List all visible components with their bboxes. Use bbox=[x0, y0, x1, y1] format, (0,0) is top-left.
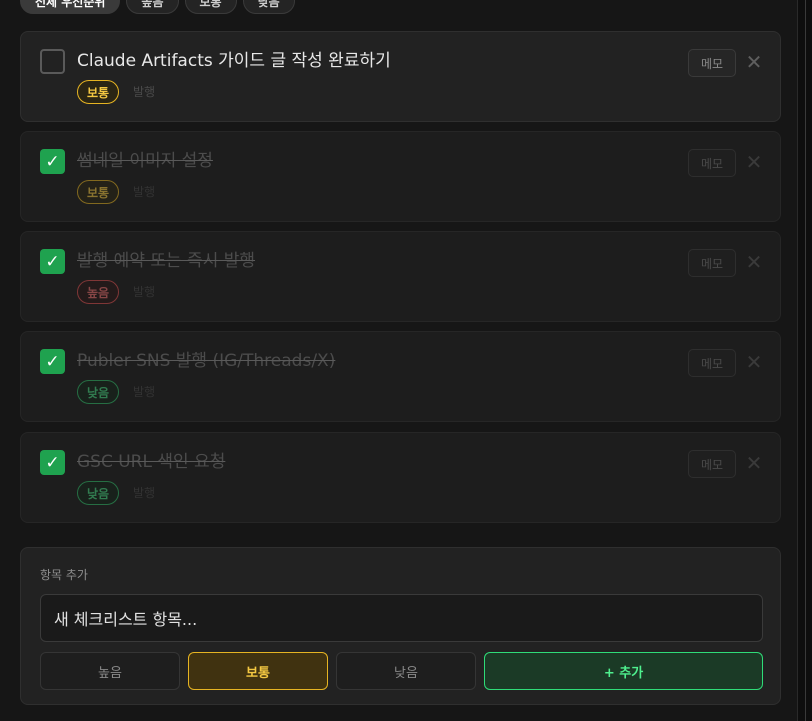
item-checkbox[interactable] bbox=[40, 49, 65, 74]
priority-badge: 낮음 bbox=[77, 481, 120, 505]
priority-badge: 보통 bbox=[77, 180, 120, 204]
category-tag: 발행 bbox=[133, 185, 156, 199]
item-title: 썸네일 이미지 설정 bbox=[77, 151, 213, 171]
close-icon[interactable]: ✕ bbox=[745, 50, 763, 74]
filter-chip-high[interactable]: 높음 bbox=[126, 0, 179, 14]
item-title: Claude Artifacts 가이드 글 작성 완료하기 bbox=[77, 51, 391, 71]
checklist-item: ✓ 발행 예약 또는 즉시 발행 높음 발행 메모 ✕ bbox=[20, 231, 781, 322]
check-icon: ✓ bbox=[45, 351, 60, 372]
add-item-label: 항목 추가 bbox=[40, 568, 88, 582]
checklist-item: ✓ Publer SNS 발행 (IG/Threads/X) 낮음 발행 메모 … bbox=[20, 331, 781, 422]
priority-option-high[interactable]: 높음 bbox=[40, 652, 180, 690]
close-icon[interactable]: ✕ bbox=[745, 451, 763, 475]
check-icon: ✓ bbox=[45, 151, 60, 172]
close-icon[interactable]: ✕ bbox=[745, 350, 763, 374]
filter-chip-mid[interactable]: 보통 bbox=[184, 0, 237, 14]
item-checkbox[interactable]: ✓ bbox=[40, 450, 65, 475]
memo-button[interactable]: 메모 bbox=[688, 249, 736, 277]
close-icon[interactable]: ✕ bbox=[745, 250, 763, 274]
priority-badge: 보통 bbox=[77, 80, 120, 104]
category-tag: 발행 bbox=[133, 85, 156, 99]
priority-filter-bar: 전체 우선순위 높음 보통 낮음 bbox=[20, 0, 295, 14]
check-icon: ✓ bbox=[45, 452, 60, 473]
close-icon[interactable]: ✕ bbox=[745, 150, 763, 174]
category-tag: 발행 bbox=[133, 385, 156, 399]
priority-option-low[interactable]: 낮음 bbox=[336, 652, 476, 690]
scrollbar-track bbox=[805, 0, 806, 721]
item-title: 발행 예약 또는 즉시 발행 bbox=[77, 251, 256, 271]
category-tag: 발행 bbox=[133, 486, 156, 500]
item-checkbox[interactable]: ✓ bbox=[40, 149, 65, 174]
checklist-item: ✓ GSC URL 색인 요청 낮음 발행 메모 ✕ bbox=[20, 432, 781, 523]
item-checkbox[interactable]: ✓ bbox=[40, 249, 65, 274]
priority-badge: 낮음 bbox=[77, 380, 120, 404]
filter-chip-low[interactable]: 낮음 bbox=[242, 0, 295, 14]
priority-option-mid[interactable]: 보통 bbox=[188, 652, 328, 690]
checklist-item: Claude Artifacts 가이드 글 작성 완료하기 보통 발행 메모 … bbox=[20, 31, 781, 122]
item-title: GSC URL 색인 요청 bbox=[77, 452, 226, 472]
memo-button[interactable]: 메모 bbox=[688, 450, 736, 478]
item-checkbox[interactable]: ✓ bbox=[40, 349, 65, 374]
add-button[interactable]: + 추가 bbox=[484, 652, 763, 690]
check-icon: ✓ bbox=[45, 251, 60, 272]
checklist-item: ✓ 썸네일 이미지 설정 보통 발행 메모 ✕ bbox=[20, 131, 781, 222]
add-item-panel: 항목 추가 새 체크리스트 항목... 높음 보통 낮음 + 추가 bbox=[20, 547, 781, 705]
window-scrollbar[interactable] bbox=[797, 0, 812, 721]
item-title: Publer SNS 발행 (IG/Threads/X) bbox=[77, 351, 336, 371]
new-item-input[interactable]: 새 체크리스트 항목... bbox=[40, 594, 763, 642]
filter-chip-all[interactable]: 전체 우선순위 bbox=[20, 0, 121, 14]
memo-button[interactable]: 메모 bbox=[688, 49, 736, 77]
category-tag: 발행 bbox=[133, 285, 156, 299]
priority-badge: 높음 bbox=[77, 280, 120, 304]
memo-button[interactable]: 메모 bbox=[688, 149, 736, 177]
memo-button[interactable]: 메모 bbox=[688, 349, 736, 377]
